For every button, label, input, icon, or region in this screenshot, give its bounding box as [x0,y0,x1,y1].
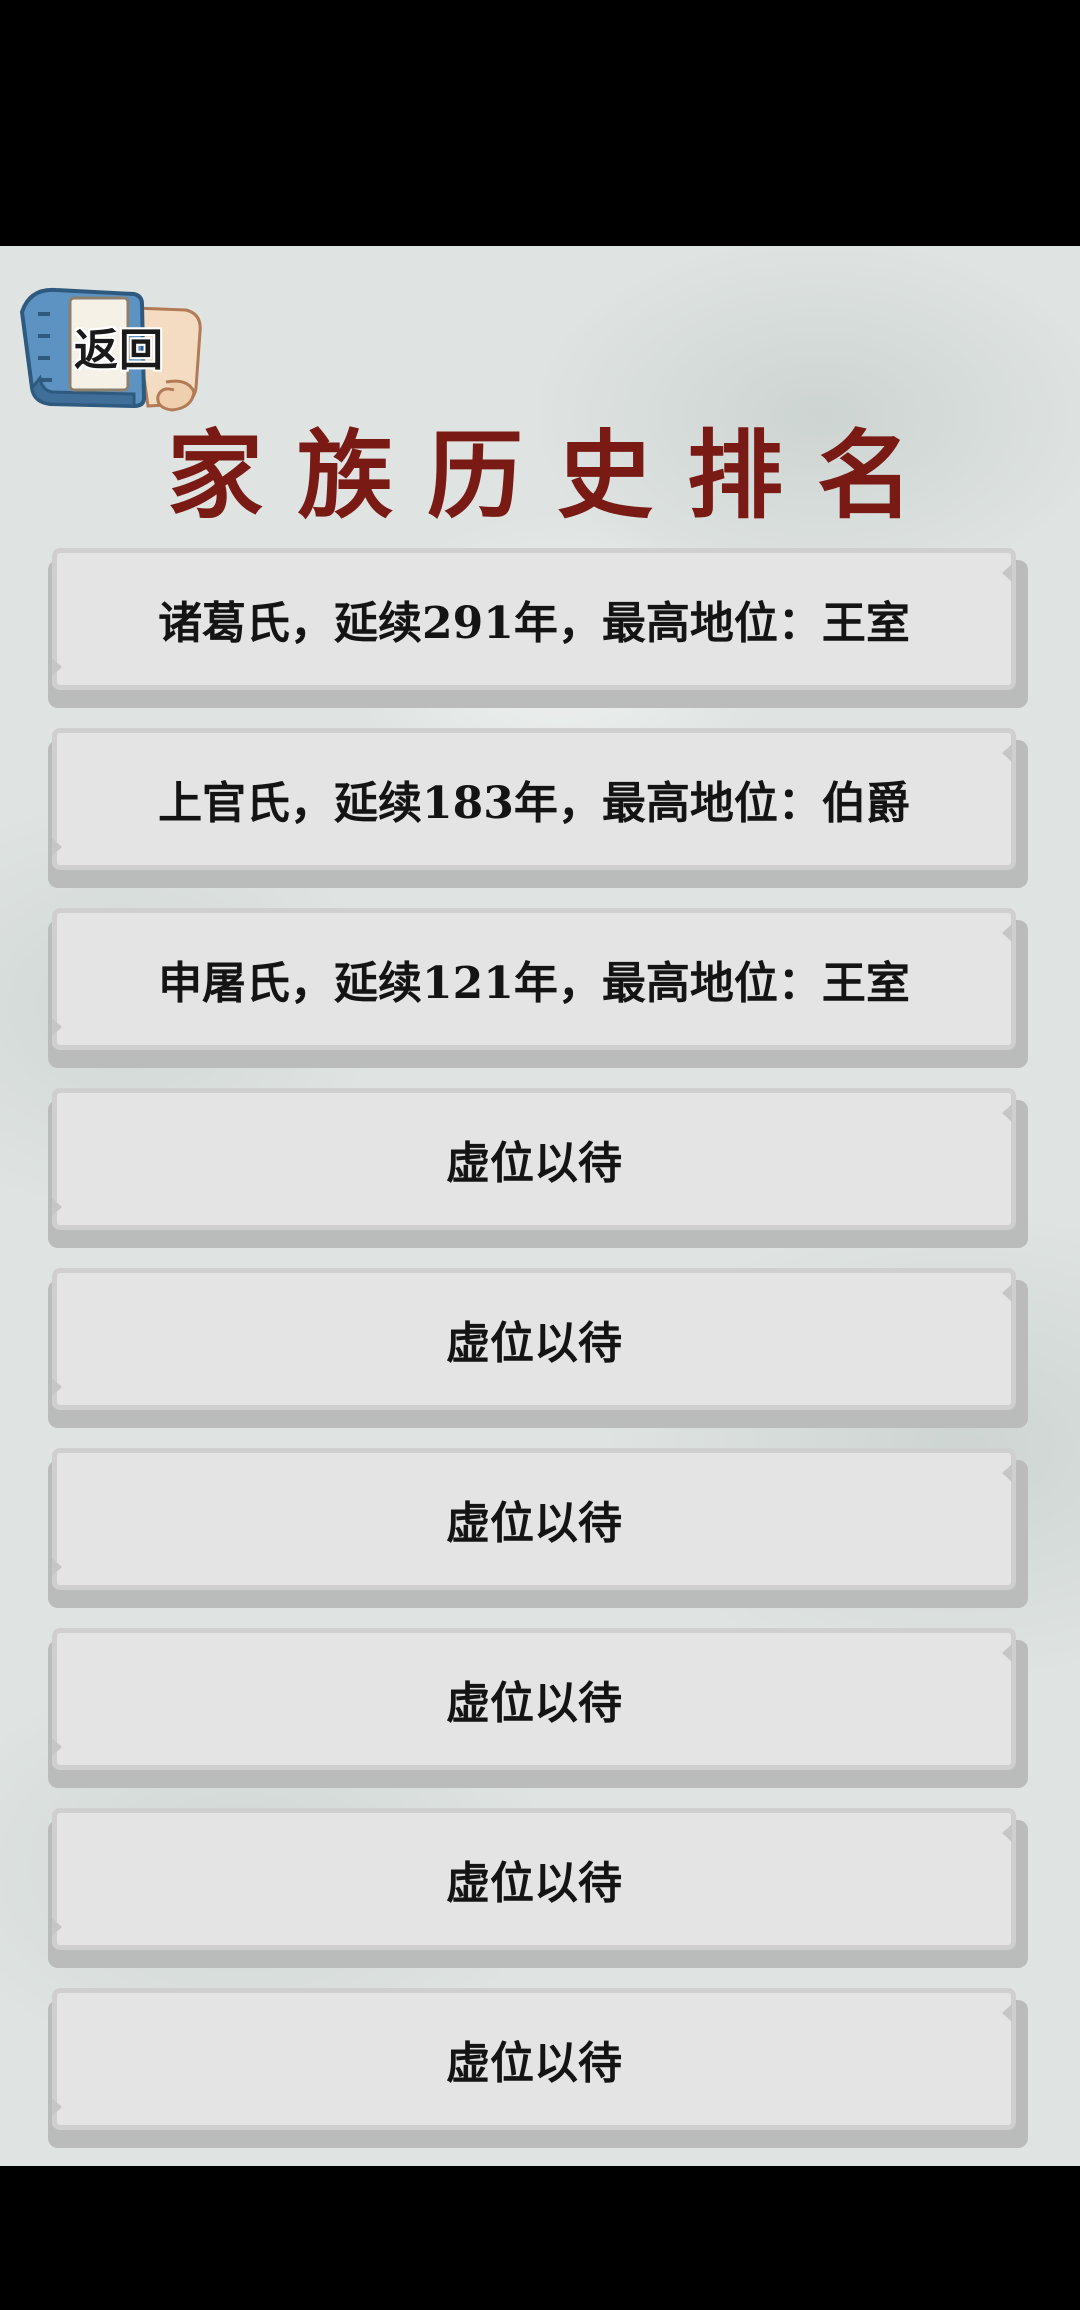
ranking-item-7[interactable]: 虚位以待 [48,1628,1028,1788]
ranking-item-4[interactable]: 虚位以待 [48,1088,1028,1248]
ranking-text: 上官氏，延续183年，最高地位：伯爵 [158,778,910,829]
ranking-panel: 虚位以待 [52,1268,1016,1410]
ranking-text: 虚位以待 [446,1318,622,1369]
ranking-panel: 虚位以待 [52,1808,1016,1950]
status-bar-area [0,0,1080,246]
ranking-panel: 虚位以待 [52,1088,1016,1230]
back-button[interactable]: 返回 [16,270,206,420]
page-title: 家族历史排名 [167,419,947,532]
ranking-item-9[interactable]: 虚位以待 [48,1988,1028,2148]
ranking-text: 申屠氏，延续121年，最高地位：王室 [158,958,910,1009]
ranking-text: 虚位以待 [446,1678,622,1729]
ranking-panel: 虚位以待 [52,1628,1016,1770]
ranking-panel: 诸葛氏，延续291年，最高地位：王室 [52,548,1016,690]
back-label: 返回 [74,325,164,376]
ranking-panel: 虚位以待 [52,1448,1016,1590]
ranking-text: 虚位以待 [446,1858,622,1909]
ranking-item-6[interactable]: 虚位以待 [48,1448,1028,1608]
ranking-panel: 申屠氏，延续121年，最高地位：王室 [52,908,1016,1050]
ranking-screen: 返回 家族历史排名 诸葛氏，延续291年，最高地位：王室 上官氏，延续183年，… [0,246,1080,2166]
ranking-text: 虚位以待 [446,1138,622,1189]
ranking-item-1[interactable]: 诸葛氏，延续291年，最高地位：王室 [48,548,1028,708]
ranking-item-2[interactable]: 上官氏，延续183年，最高地位：伯爵 [48,728,1028,888]
ranking-panel: 上官氏，延续183年，最高地位：伯爵 [52,728,1016,870]
ranking-item-8[interactable]: 虚位以待 [48,1808,1028,1968]
ranking-text: 虚位以待 [446,1498,622,1549]
ranking-text: 虚位以待 [446,2038,622,2089]
ranking-panel: 虚位以待 [52,1988,1016,2130]
ranking-text: 诸葛氏，延续291年，最高地位：王室 [158,598,910,649]
ranking-item-5[interactable]: 虚位以待 [48,1268,1028,1428]
navigation-bar-area [0,2166,1080,2310]
ranking-item-3[interactable]: 申屠氏，延续121年，最高地位：王室 [48,908,1028,1068]
ranking-list: 诸葛氏，延续291年，最高地位：王室 上官氏，延续183年，最高地位：伯爵 申屠… [48,548,1028,2166]
